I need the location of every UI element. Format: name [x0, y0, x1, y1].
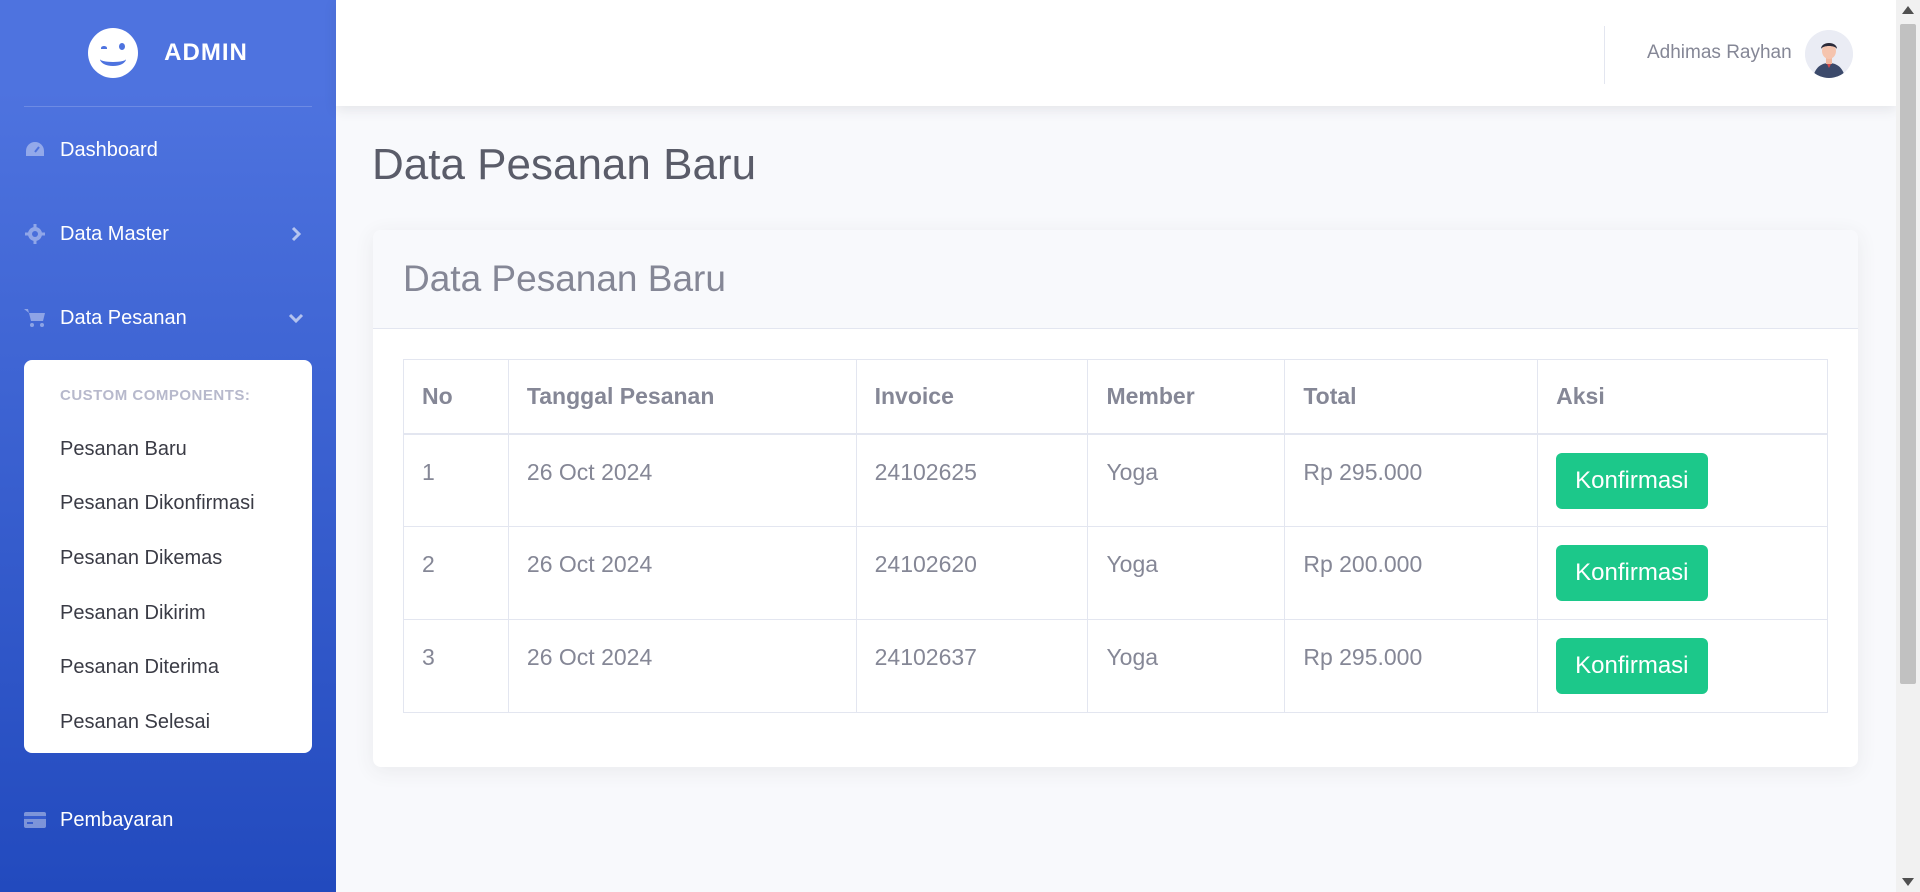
cell-invoice: 24102620 — [855, 526, 1089, 620]
scroll-up-arrow-icon[interactable] — [1902, 6, 1914, 14]
sidebar: ADMIN Dashboard Data Master Data Pesanan… — [0, 0, 336, 892]
data-pesanan-submenu: CUSTOM COMPONENTS: Pesanan Baru Pesanan … — [24, 360, 312, 753]
credit-card-icon — [24, 809, 46, 831]
sidebar-divider — [24, 106, 312, 107]
submenu-item-pesanan-dikirim[interactable]: Pesanan Dikirim — [24, 586, 312, 641]
cell-total: Rp 200.000 — [1284, 526, 1539, 620]
submenu-header: CUSTOM COMPONENTS: — [60, 387, 251, 404]
cell-aksi: Konfirmasi — [1537, 526, 1828, 620]
cart-icon — [24, 307, 46, 329]
gear-icon — [24, 223, 46, 245]
submenu-item-pesanan-dikonfirmasi[interactable]: Pesanan Dikonfirmasi — [24, 477, 312, 532]
sidebar-item-data-master[interactable]: Data Master — [0, 204, 336, 264]
chevron-down-icon — [286, 308, 306, 328]
topbar: Adhimas Rayhan — [336, 0, 1896, 106]
orders-table: No Tanggal Pesanan Invoice Member Total … — [403, 359, 1828, 713]
table-row: 3 26 Oct 2024 24102637 Yoga Rp 295.000 K… — [403, 619, 1828, 713]
page-scrollbar[interactable] — [1896, 0, 1920, 892]
scrollbar-thumb[interactable] — [1900, 24, 1916, 684]
cell-member: Yoga — [1087, 619, 1286, 713]
cell-no: 2 — [403, 526, 509, 620]
cell-invoice: 24102625 — [855, 433, 1089, 527]
card-title: Data Pesanan Baru — [403, 258, 726, 299]
cell-no: 3 — [403, 619, 509, 713]
table-header-row: No Tanggal Pesanan Invoice Member Total … — [403, 359, 1828, 435]
sidebar-item-data-pesanan[interactable]: Data Pesanan — [0, 288, 336, 348]
user-avatar[interactable] — [1805, 30, 1853, 78]
sidebar-item-label: Data Pesanan — [60, 306, 187, 329]
column-header-invoice: Invoice — [855, 359, 1089, 435]
column-header-tanggal: Tanggal Pesanan — [507, 359, 857, 435]
cell-no: 1 — [403, 433, 509, 527]
column-header-no: No — [403, 359, 509, 435]
column-header-member: Member — [1087, 359, 1286, 435]
cell-aksi: Konfirmasi — [1537, 433, 1828, 527]
submenu-item-pesanan-selesai[interactable]: Pesanan Selesai — [24, 695, 312, 750]
table-row: 2 26 Oct 2024 24102620 Yoga Rp 200.000 K… — [403, 526, 1828, 620]
cell-total: Rp 295.000 — [1284, 619, 1539, 713]
konfirmasi-button[interactable]: Konfirmasi — [1556, 452, 1708, 509]
sidebar-item-pembayaran[interactable]: Pembayaran — [0, 790, 336, 850]
wink-face-logo-icon — [88, 28, 139, 78]
sidebar-item-label: Data Master — [60, 222, 169, 245]
sidebar-item-label: Pembayaran — [60, 808, 174, 831]
cell-invoice: 24102637 — [855, 619, 1089, 713]
brand-name: ADMIN — [164, 39, 248, 66]
konfirmasi-button[interactable]: Konfirmasi — [1556, 638, 1708, 694]
card-header: Data Pesanan Baru — [373, 230, 1858, 329]
submenu-item-pesanan-diterima[interactable]: Pesanan Diterima — [24, 640, 312, 695]
brand[interactable]: ADMIN — [0, 0, 336, 106]
page-title: Data Pesanan Baru — [372, 140, 757, 189]
table-row: 1 26 Oct 2024 24102625 Yoga Rp 295.000 K… — [403, 433, 1828, 527]
gauge-icon — [24, 139, 46, 161]
sidebar-item-label: Dashboard — [60, 138, 158, 161]
cell-member: Yoga — [1087, 433, 1286, 527]
sidebar-item-dashboard[interactable]: Dashboard — [0, 120, 336, 180]
submenu-item-pesanan-dikemas[interactable]: Pesanan Dikemas — [24, 531, 312, 586]
cell-date: 26 Oct 2024 — [507, 526, 857, 620]
column-header-total: Total — [1284, 359, 1539, 435]
user-name[interactable]: Adhimas Rayhan — [1647, 42, 1792, 64]
topbar-divider — [1604, 26, 1605, 84]
scroll-down-arrow-icon[interactable] — [1902, 878, 1914, 886]
cell-total: Rp 295.000 — [1284, 433, 1539, 527]
cell-date: 26 Oct 2024 — [507, 619, 857, 713]
column-header-aksi: Aksi — [1537, 359, 1828, 435]
cell-date: 26 Oct 2024 — [507, 433, 857, 527]
cell-member: Yoga — [1087, 526, 1286, 620]
cell-aksi: Konfirmasi — [1537, 619, 1828, 713]
chevron-right-icon — [286, 224, 306, 244]
konfirmasi-button[interactable]: Konfirmasi — [1556, 545, 1708, 601]
submenu-item-pesanan-baru[interactable]: Pesanan Baru — [24, 422, 312, 477]
orders-card: Data Pesanan Baru No Tanggal Pesanan Inv… — [373, 230, 1858, 767]
